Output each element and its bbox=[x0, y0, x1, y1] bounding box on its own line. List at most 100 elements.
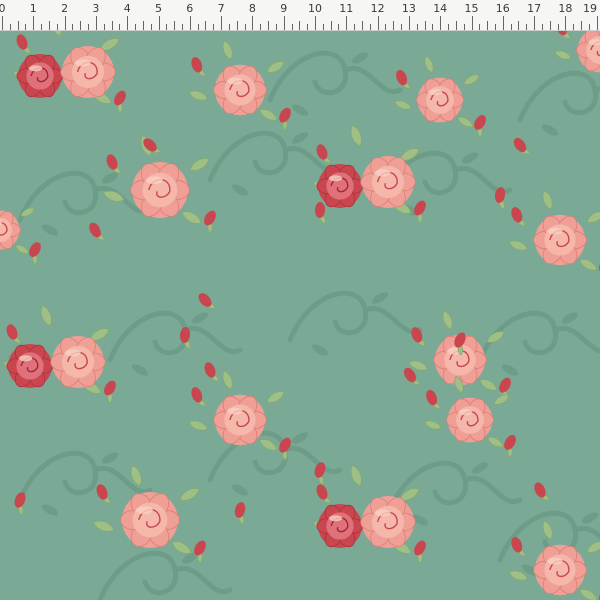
ruler-tick bbox=[174, 21, 176, 30]
ruler-tick bbox=[346, 16, 348, 30]
ruler-tick bbox=[588, 24, 590, 30]
ruler-tick bbox=[534, 16, 536, 30]
ruler-tick bbox=[119, 24, 121, 30]
ruler-label: 4 bbox=[123, 2, 131, 15]
ruler-label: 11 bbox=[339, 2, 354, 15]
ruler-tick bbox=[197, 24, 199, 30]
ruler-tick bbox=[299, 21, 301, 30]
ruler-tick bbox=[80, 21, 82, 30]
ruler-tick bbox=[221, 16, 223, 30]
rose-highlight bbox=[19, 355, 33, 362]
ruler-tick bbox=[432, 24, 434, 30]
ruler-tick bbox=[9, 24, 11, 30]
rose-highlight bbox=[458, 409, 473, 416]
ruler-tick bbox=[408, 16, 410, 30]
ruler-tick bbox=[33, 16, 35, 30]
rose-highlight bbox=[227, 407, 243, 415]
ruler-tick bbox=[17, 21, 19, 30]
ruler-tick bbox=[354, 24, 356, 30]
rose-highlight bbox=[227, 77, 243, 85]
fabric-background bbox=[0, 30, 600, 600]
ruler-tick bbox=[228, 24, 230, 30]
ruler-tick bbox=[440, 16, 442, 30]
rose-highlight bbox=[28, 65, 43, 72]
ruler-tick bbox=[479, 24, 481, 30]
ruler-tick bbox=[330, 21, 332, 30]
ruler-tick bbox=[213, 24, 215, 30]
ruler-label: 1 bbox=[29, 2, 37, 15]
ruler-tick bbox=[72, 24, 74, 30]
ruler-tick bbox=[338, 24, 340, 30]
ruler-label: 14 bbox=[433, 2, 448, 15]
ruler-tick bbox=[416, 24, 418, 30]
ruler-tick bbox=[252, 16, 254, 30]
ruler-tick bbox=[291, 24, 293, 30]
ruler-label: 12 bbox=[370, 2, 385, 15]
ruler-label: 15 bbox=[464, 2, 479, 15]
ruler-tick bbox=[557, 24, 559, 30]
ruler-tick bbox=[541, 24, 543, 30]
ruler-tick bbox=[510, 24, 512, 30]
ruler-tick bbox=[189, 16, 191, 30]
ruler-tick bbox=[448, 24, 450, 30]
ruler-label: 9 bbox=[280, 2, 288, 15]
rose-pattern-fabric bbox=[0, 30, 600, 600]
ruler-tick bbox=[150, 24, 152, 30]
ruler-label: 13 bbox=[401, 2, 416, 15]
ruler-tick bbox=[88, 24, 90, 30]
rose-highlight bbox=[375, 169, 391, 177]
ruler-tick bbox=[268, 21, 270, 30]
ruler-tick bbox=[2, 16, 3, 30]
ruler-tick bbox=[377, 16, 379, 30]
ruler-tick bbox=[181, 24, 183, 30]
ruler-label: 3 bbox=[92, 2, 100, 15]
ruler-label: 19 bbox=[583, 2, 597, 15]
ruler-tick bbox=[463, 24, 465, 30]
ruler-tick bbox=[424, 21, 426, 30]
rose-highlight bbox=[547, 557, 563, 565]
ruler-tick bbox=[236, 21, 238, 30]
ruler-tick bbox=[581, 21, 583, 30]
measuring-ruler: 0 1 2 3 4 5 6 7 8 9 10 11 12 13 14 15 16 17 18 19 bbox=[0, 0, 600, 31]
ruler-tick bbox=[111, 21, 113, 30]
ruler-label: 5 bbox=[155, 2, 162, 15]
rose-highlight bbox=[375, 509, 391, 517]
ruler-tick bbox=[260, 24, 262, 30]
rose-highlight bbox=[146, 176, 163, 185]
ruler-label: 2 bbox=[61, 2, 69, 15]
ruler-tick bbox=[41, 24, 43, 30]
ruler-tick bbox=[526, 24, 528, 30]
ruler-tick bbox=[205, 21, 207, 30]
ruler-tick bbox=[244, 24, 246, 30]
rose-highlight bbox=[329, 175, 343, 182]
ruler-label: 8 bbox=[248, 2, 256, 15]
ruler-tick bbox=[25, 24, 27, 30]
ruler-label: 17 bbox=[527, 2, 542, 15]
ruler-label: 10 bbox=[308, 2, 322, 15]
ruler-tick bbox=[565, 16, 567, 30]
rose-highlight bbox=[547, 227, 563, 235]
ruler-tick bbox=[455, 21, 457, 30]
ruler-tick bbox=[307, 24, 309, 30]
ruler-tick bbox=[361, 21, 363, 30]
ruler-tick bbox=[573, 24, 575, 30]
ruler-tick bbox=[127, 16, 129, 30]
rose-highlight bbox=[136, 506, 153, 515]
ruler-label: 18 bbox=[558, 2, 573, 15]
ruler-tick bbox=[48, 21, 50, 30]
rose-highlight bbox=[428, 89, 443, 96]
ruler-tick bbox=[401, 24, 403, 30]
ruler-tick bbox=[487, 21, 489, 30]
ruler-tick bbox=[103, 24, 105, 30]
ruler-tick bbox=[135, 24, 137, 30]
ruler-tick bbox=[549, 21, 551, 30]
ruler-tick bbox=[275, 24, 277, 30]
ruler-tick bbox=[385, 24, 387, 30]
rose-highlight bbox=[75, 59, 91, 67]
ruler-tick bbox=[64, 16, 66, 30]
rose-highlight bbox=[329, 515, 343, 522]
ruler-tick bbox=[322, 24, 324, 30]
ruler-label: 6 bbox=[186, 2, 194, 15]
ruler-tick bbox=[518, 21, 520, 30]
ruler-tick bbox=[596, 16, 598, 30]
